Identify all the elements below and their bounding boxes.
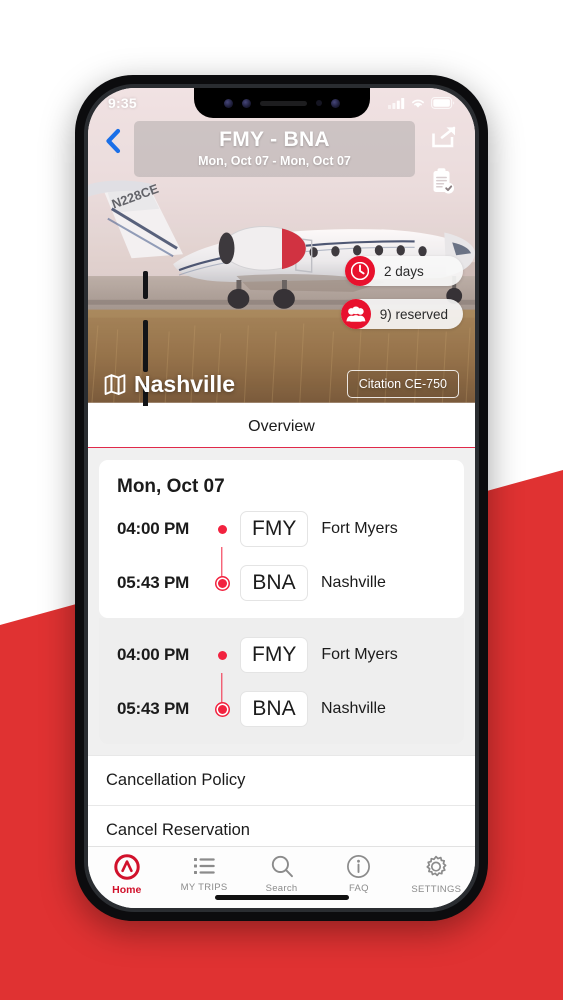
list-item-cancel-reservation[interactable]: Cancel Reservation [88,806,475,837]
leg-marker [213,650,231,711]
gear-icon [426,855,447,877]
arrival-dot-icon [217,704,227,714]
trip-title-plate: FMY - BNA Mon, Oct 07 - Mon, Oct 07 [134,121,415,177]
leg-city: Fort Myers [321,520,398,537]
phone-frame: N228CE 9:35 FMY - BNA Mon, Oct 07 - Mon,… [75,75,488,921]
chevron-left-icon [106,128,121,154]
battery-icon [431,97,455,109]
destination-city: Nashville [104,371,235,398]
home-indicator[interactable] [214,895,349,900]
leg-airport-code: BNA [240,691,308,727]
itinerary-date: Mon, Oct 07 [117,476,225,497]
hero-badges: 2 days 9) reserved [340,256,463,329]
section-tab-strip: Overview [88,406,475,448]
reserved-badge-label: 9) reserved [379,306,448,322]
leg-time: 05:43 PM [117,699,190,718]
clipboard-check-icon [433,168,454,194]
hero-nav-row: FMY - BNA Mon, Oct 07 - Mon, Oct 07 [88,121,475,200]
tab-faq[interactable]: FAQ [320,854,397,894]
cellular-signal-icon [388,97,405,109]
list-icon [194,858,215,874]
leg-city: Nashville [321,574,386,591]
page-title: FMY - BNA [219,128,330,151]
flight-leg-row[interactable]: 05:43 PM BNA Nashville [99,682,464,736]
phone-bezel: N228CE 9:35 FMY - BNA Mon, Oct 07 - Mon,… [84,84,479,912]
leg-city: Nashville [321,700,386,717]
ir-camera-icon [241,98,251,108]
leg-airport-code: FMY [240,637,309,673]
status-time: 9:35 [108,95,137,111]
departure-dot-icon [217,524,227,534]
app-logo-icon [114,854,140,880]
flight-leg-row[interactable]: 05:43 PM BNA Nashville [99,556,464,610]
hero-actions [419,121,467,200]
dot-projector-icon [330,98,340,108]
wifi-icon [412,99,424,108]
departure-dot-icon [217,650,227,660]
reserved-badge: 9) reserved [340,299,463,329]
itinerary-card: Mon, Oct 07 04:00 PM FMY Fort Myers 05:4… [99,460,464,618]
arrival-dot-icon [217,578,227,588]
leg-airport-code: FMY [240,511,309,547]
tab-overview[interactable]: Overview [248,418,315,436]
leg-time: 04:00 PM [117,645,190,664]
phone-screen: N228CE 9:35 FMY - BNA Mon, Oct 07 - Mon,… [88,88,475,908]
device-notch [193,88,370,118]
hero-footer: Nashville Citation CE-750 [88,370,475,398]
tab-settings[interactable]: SETTINGS [398,854,475,895]
trip-documents-button[interactable] [431,168,455,200]
aircraft-type-chip[interactable]: Citation CE-750 [346,370,459,398]
destination-city-label: Nashville [134,370,235,397]
duration-badge: 2 days [345,256,463,286]
tab-settings-label: SETTINGS [411,884,462,895]
front-camera-icon [223,98,233,108]
tab-search[interactable]: Search [243,854,320,894]
overview-scroll-area[interactable]: Mon, Oct 07 04:00 PM FMY Fort Myers 05:4… [88,448,475,837]
leg-city: Fort Myers [321,646,398,663]
back-button[interactable] [96,121,130,161]
earpiece-speaker [259,100,307,106]
tab-faq-label: FAQ [348,883,369,894]
tab-my-trips[interactable]: MY TRIPS [165,854,242,893]
silent-switch[interactable] [143,271,148,299]
tab-home[interactable]: Home [88,854,165,896]
search-icon [271,855,293,878]
leg-time: 04:00 PM [117,519,190,538]
status-indicators [388,97,455,109]
leg-marker [213,578,231,588]
clock-icon [345,256,375,286]
map-icon [104,374,126,395]
leg-marker [213,704,231,714]
flight-leg-row[interactable]: 04:00 PM FMY Fort Myers [99,628,464,711]
share-button[interactable] [431,125,456,154]
flight-leg-row[interactable]: 04:00 PM FMY Fort Myers [99,502,464,585]
page-subtitle: Mon, Oct 07 - Mon, Oct 07 [198,154,351,168]
people-icon [340,299,371,329]
share-icon [431,126,455,148]
info-icon [347,855,371,878]
leg-marker [213,524,231,585]
duration-badge-label: 2 days [384,263,424,279]
tab-my-trips-label: MY TRIPS [180,882,228,893]
list-item-cancellation-policy[interactable]: Cancellation Policy [88,755,475,806]
tab-home-label: Home [112,884,142,896]
proximity-sensor-icon [315,100,322,106]
volume-up-button[interactable] [143,320,148,372]
tab-search-label: Search [265,883,298,894]
leg-airport-code: BNA [240,565,308,601]
itinerary-card: 04:00 PM FMY Fort Myers 05:43 PM BNA Nas… [99,618,464,744]
leg-time: 05:43 PM [117,573,190,592]
